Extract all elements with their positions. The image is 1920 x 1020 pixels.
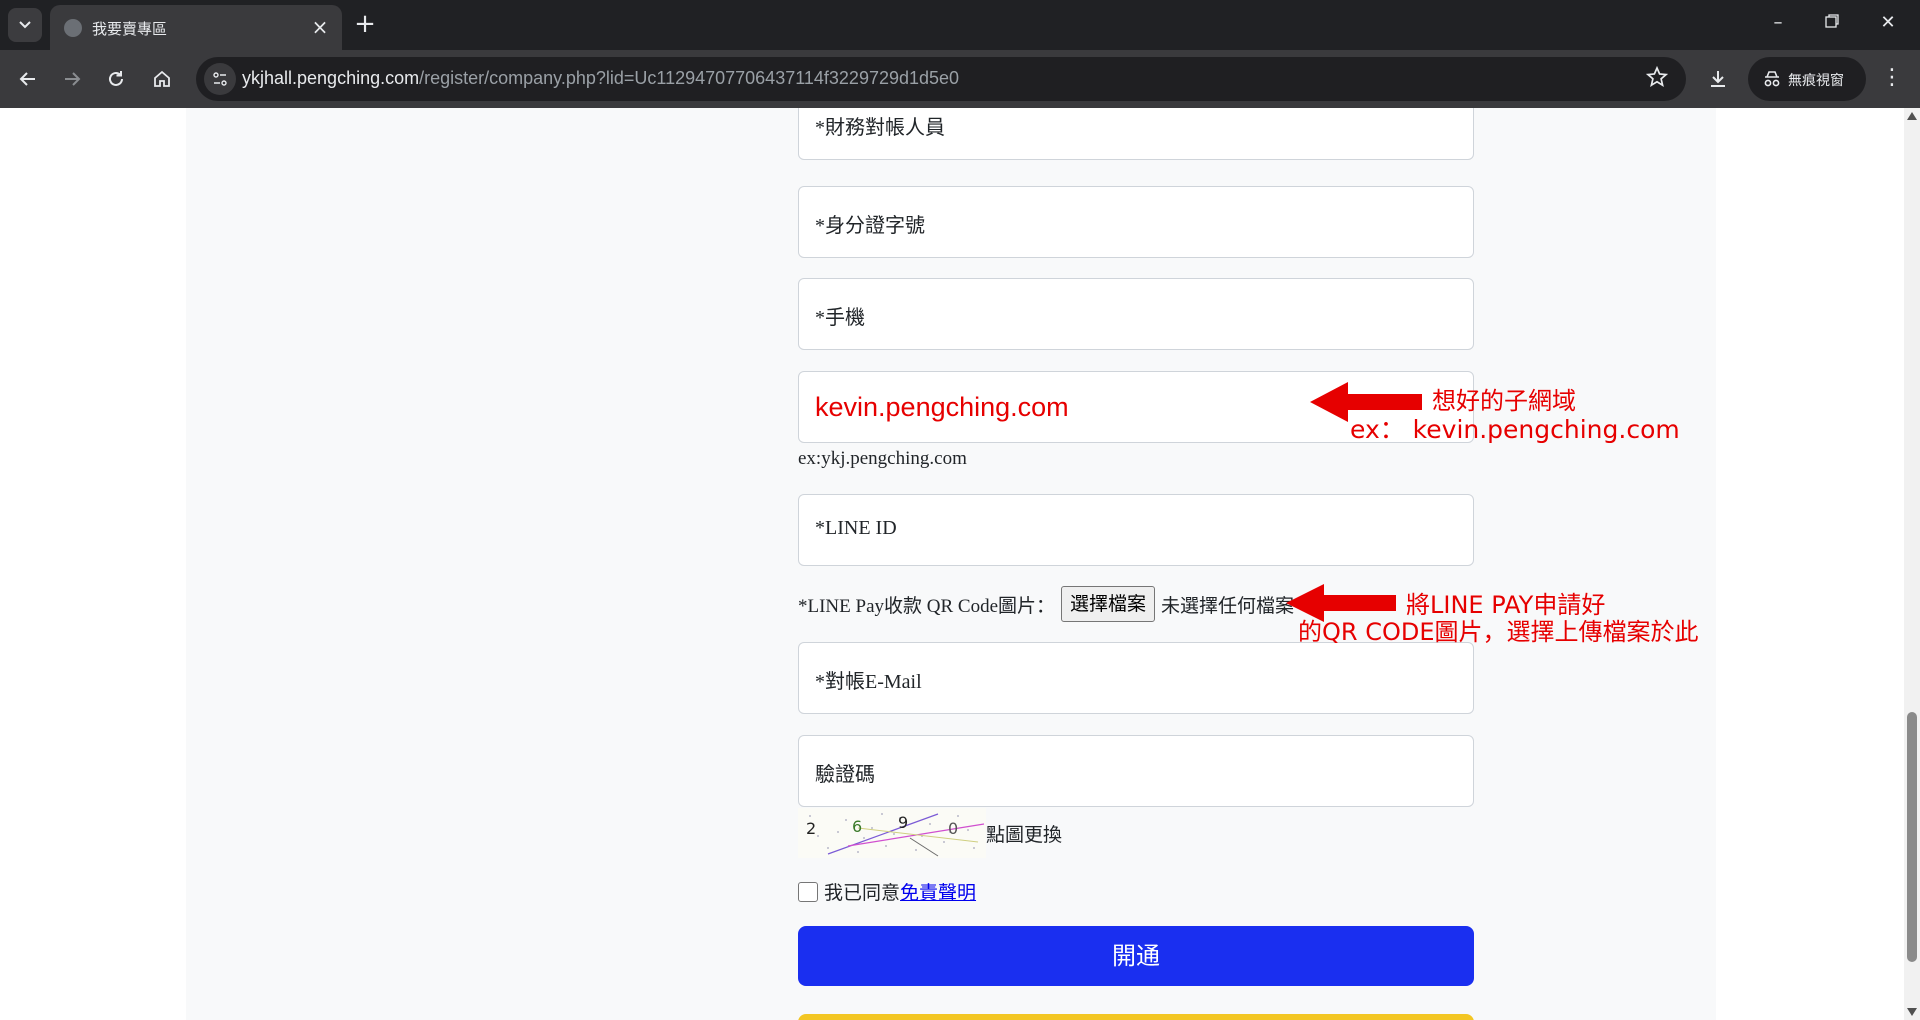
window-close-icon[interactable]: ✕ <box>1876 12 1900 36</box>
scroll-down-arrow-icon[interactable] <box>1907 1008 1917 1016</box>
captcha-refresh-text[interactable]: 點圖更換 <box>986 820 1062 847</box>
forward-arrow-icon[interactable] <box>56 63 88 95</box>
reload-icon[interactable] <box>100 63 132 95</box>
tab-search-button[interactable] <box>8 8 42 42</box>
captcha-placeholder: 驗證碼 <box>815 764 875 786</box>
new-tab-button[interactable]: + <box>352 11 378 38</box>
disclaimer-link[interactable]: 免責聲明 <box>900 878 976 905</box>
minimize-icon[interactable]: – <box>1766 12 1790 36</box>
globe-icon <box>64 19 82 37</box>
address-bar[interactable]: ykjhall.pengching.com/register/company.p… <box>196 57 1686 101</box>
subdomain-value: kevin.pengching.com <box>815 392 1069 422</box>
id-number-placeholder: *身分證字號 <box>815 215 925 237</box>
back-arrow-icon[interactable] <box>12 63 44 95</box>
finance-contact-placeholder: *財務對帳人員 <box>815 117 945 139</box>
bookmark-star-icon[interactable] <box>1645 65 1672 92</box>
page-content-panel: *財務對帳人員 *身分證字號 *手機 kevin.pengching.com e… <box>186 108 1716 1020</box>
captcha-digit: 0 <box>948 819 958 838</box>
page-viewport: *財務對帳人員 *身分證字號 *手機 kevin.pengching.com e… <box>0 108 1904 1020</box>
file-status-text: 未選擇任何檔案 <box>1161 594 1295 617</box>
url-text: ykjhall.pengching.com/register/company.p… <box>242 68 959 89</box>
browser-tab[interactable]: 我要賣專區 × <box>50 5 342 50</box>
captcha-digit: 9 <box>898 813 908 832</box>
chevron-down-icon <box>19 21 31 29</box>
scroll-up-arrow-icon[interactable] <box>1907 112 1917 120</box>
qr-upload-label: *LINE Pay收款 QR Code圖片： <box>798 595 1056 617</box>
captcha-row: 2 6 9 0 點圖更換 <box>798 808 1062 858</box>
annotation-subdomain-line1: 想好的子網域 <box>1432 387 1576 415</box>
line-id-input[interactable]: *LINE ID <box>798 494 1474 566</box>
url-host: ykjhall.pengching.com <box>242 68 420 88</box>
incognito-indicator[interactable]: 無痕視窗 <box>1748 57 1866 101</box>
restore-icon[interactable] <box>1820 12 1844 36</box>
home-icon[interactable] <box>146 63 178 95</box>
next-button-edge <box>798 1014 1474 1020</box>
annotation-subdomain-line2: ex： kevin.pengching.com <box>1350 415 1680 444</box>
finance-contact-input[interactable]: *財務對帳人員 <box>798 108 1474 160</box>
captcha-digit: 2 <box>806 819 816 838</box>
email-input[interactable]: *對帳E-Mail <box>798 642 1474 714</box>
close-icon[interactable]: × <box>310 17 330 38</box>
qr-upload-row: *LINE Pay收款 QR Code圖片： 選擇檔案 未選擇任何檔案 <box>798 584 1294 624</box>
page-scrollbar[interactable] <box>1904 108 1920 1020</box>
agree-checkbox[interactable] <box>798 881 818 902</box>
browser-titlebar: 我要賣專區 × + – ✕ <box>0 0 1920 50</box>
menu-kebab-icon[interactable]: ⋮ <box>1880 64 1904 96</box>
url-path: /register/company.php?lid=Uc112947077064… <box>419 68 960 88</box>
agreement-row: 我已同意 免責聲明 <box>798 878 976 905</box>
captcha-image[interactable]: 2 6 9 0 <box>798 808 986 858</box>
captcha-input[interactable]: 驗證碼 <box>798 735 1474 807</box>
download-icon[interactable] <box>1702 63 1734 95</box>
activate-button[interactable]: 開通 <box>798 926 1474 986</box>
captcha-digit: 6 <box>852 817 862 836</box>
mobile-placeholder: *手機 <box>815 307 865 329</box>
annotation-qr-line2: 的QR CODE圖片，選擇上傳檔案於此 <box>1298 618 1699 646</box>
choose-file-button[interactable]: 選擇檔案 <box>1061 586 1156 622</box>
scrollbar-thumb[interactable] <box>1907 712 1917 962</box>
line-id-placeholder: *LINE ID <box>815 517 897 539</box>
annotation-arrow-icon <box>1286 584 1396 622</box>
incognito-label: 無痕視窗 <box>1788 73 1844 89</box>
id-number-input[interactable]: *身分證字號 <box>798 186 1474 258</box>
agree-text: 我已同意 <box>824 882 901 904</box>
mobile-input[interactable]: *手機 <box>798 278 1474 350</box>
incognito-icon <box>1764 71 1780 87</box>
email-placeholder: *對帳E-Mail <box>815 671 922 693</box>
subdomain-hint: ex:ykj.pengching.com <box>798 448 967 469</box>
site-info-icon[interactable] <box>204 63 236 95</box>
browser-toolbar: ykjhall.pengching.com/register/company.p… <box>0 50 1920 108</box>
annotation-qr-line1: 將LINE PAY申請好 <box>1406 591 1606 619</box>
tab-title: 我要賣專區 <box>92 20 168 38</box>
